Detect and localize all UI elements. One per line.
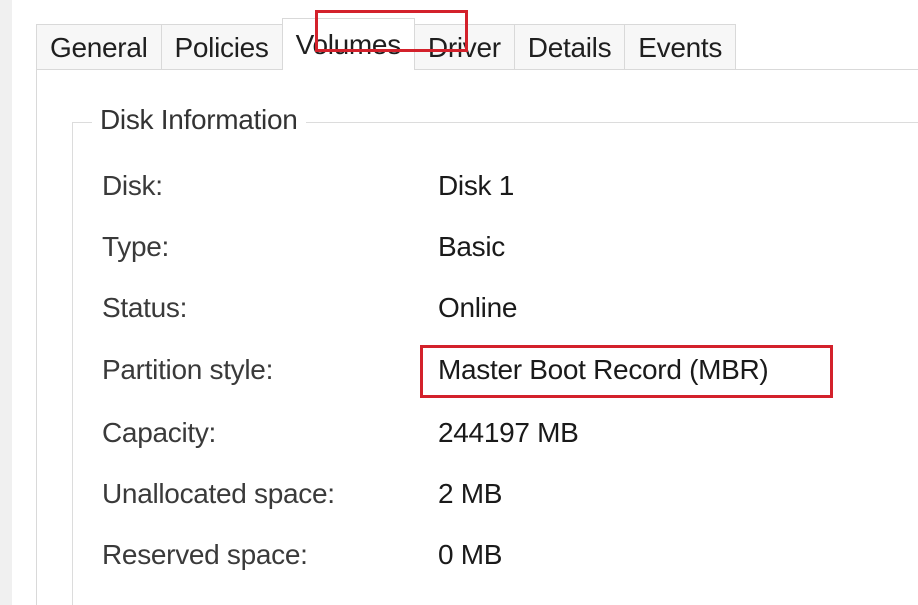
tab-general[interactable]: General <box>36 24 162 70</box>
reserved-space-value: 0 MB <box>438 539 503 570</box>
capacity-value: 244197 MB <box>438 417 579 448</box>
tab-volumes[interactable]: Volumes <box>281 18 415 70</box>
partition-style-label: Partition style: <box>102 354 274 385</box>
type-label: Type: <box>102 231 169 262</box>
tab-policies[interactable]: Policies <box>160 24 283 70</box>
status-value: Online <box>438 292 518 323</box>
reserved-space-row: Reserved space: 0 MB <box>102 535 502 575</box>
status-label: Status: <box>102 292 188 323</box>
capacity-row: Capacity: 244197 MB <box>102 413 579 453</box>
unallocated-space-row: Unallocated space: 2 MB <box>102 474 502 514</box>
window-left-edge <box>0 0 12 605</box>
tab-strip: General Policies Volumes Driver Details … <box>36 12 737 70</box>
tab-driver[interactable]: Driver <box>413 24 515 70</box>
type-row: Type: Basic <box>102 227 505 267</box>
capacity-label: Capacity: <box>102 417 217 448</box>
type-value: Basic <box>438 231 505 262</box>
partition-style-row: Partition style: Master Boot Record (MBR… <box>102 350 769 390</box>
status-row: Status: Online <box>102 288 517 328</box>
device-properties-window: General Policies Volumes Driver Details … <box>0 0 918 605</box>
disk-label: Disk: <box>102 170 163 201</box>
unallocated-space-value: 2 MB <box>438 478 503 509</box>
disk-information-title: Disk Information <box>92 104 306 136</box>
unallocated-space-label: Unallocated space: <box>102 478 335 509</box>
disk-row: Disk: Disk 1 <box>102 166 514 206</box>
disk-value: Disk 1 <box>438 170 514 201</box>
reserved-space-label: Reserved space: <box>102 539 308 570</box>
tab-details[interactable]: Details <box>513 24 626 70</box>
tab-events[interactable]: Events <box>624 24 737 70</box>
partition-style-value: Master Boot Record (MBR) <box>438 354 769 385</box>
